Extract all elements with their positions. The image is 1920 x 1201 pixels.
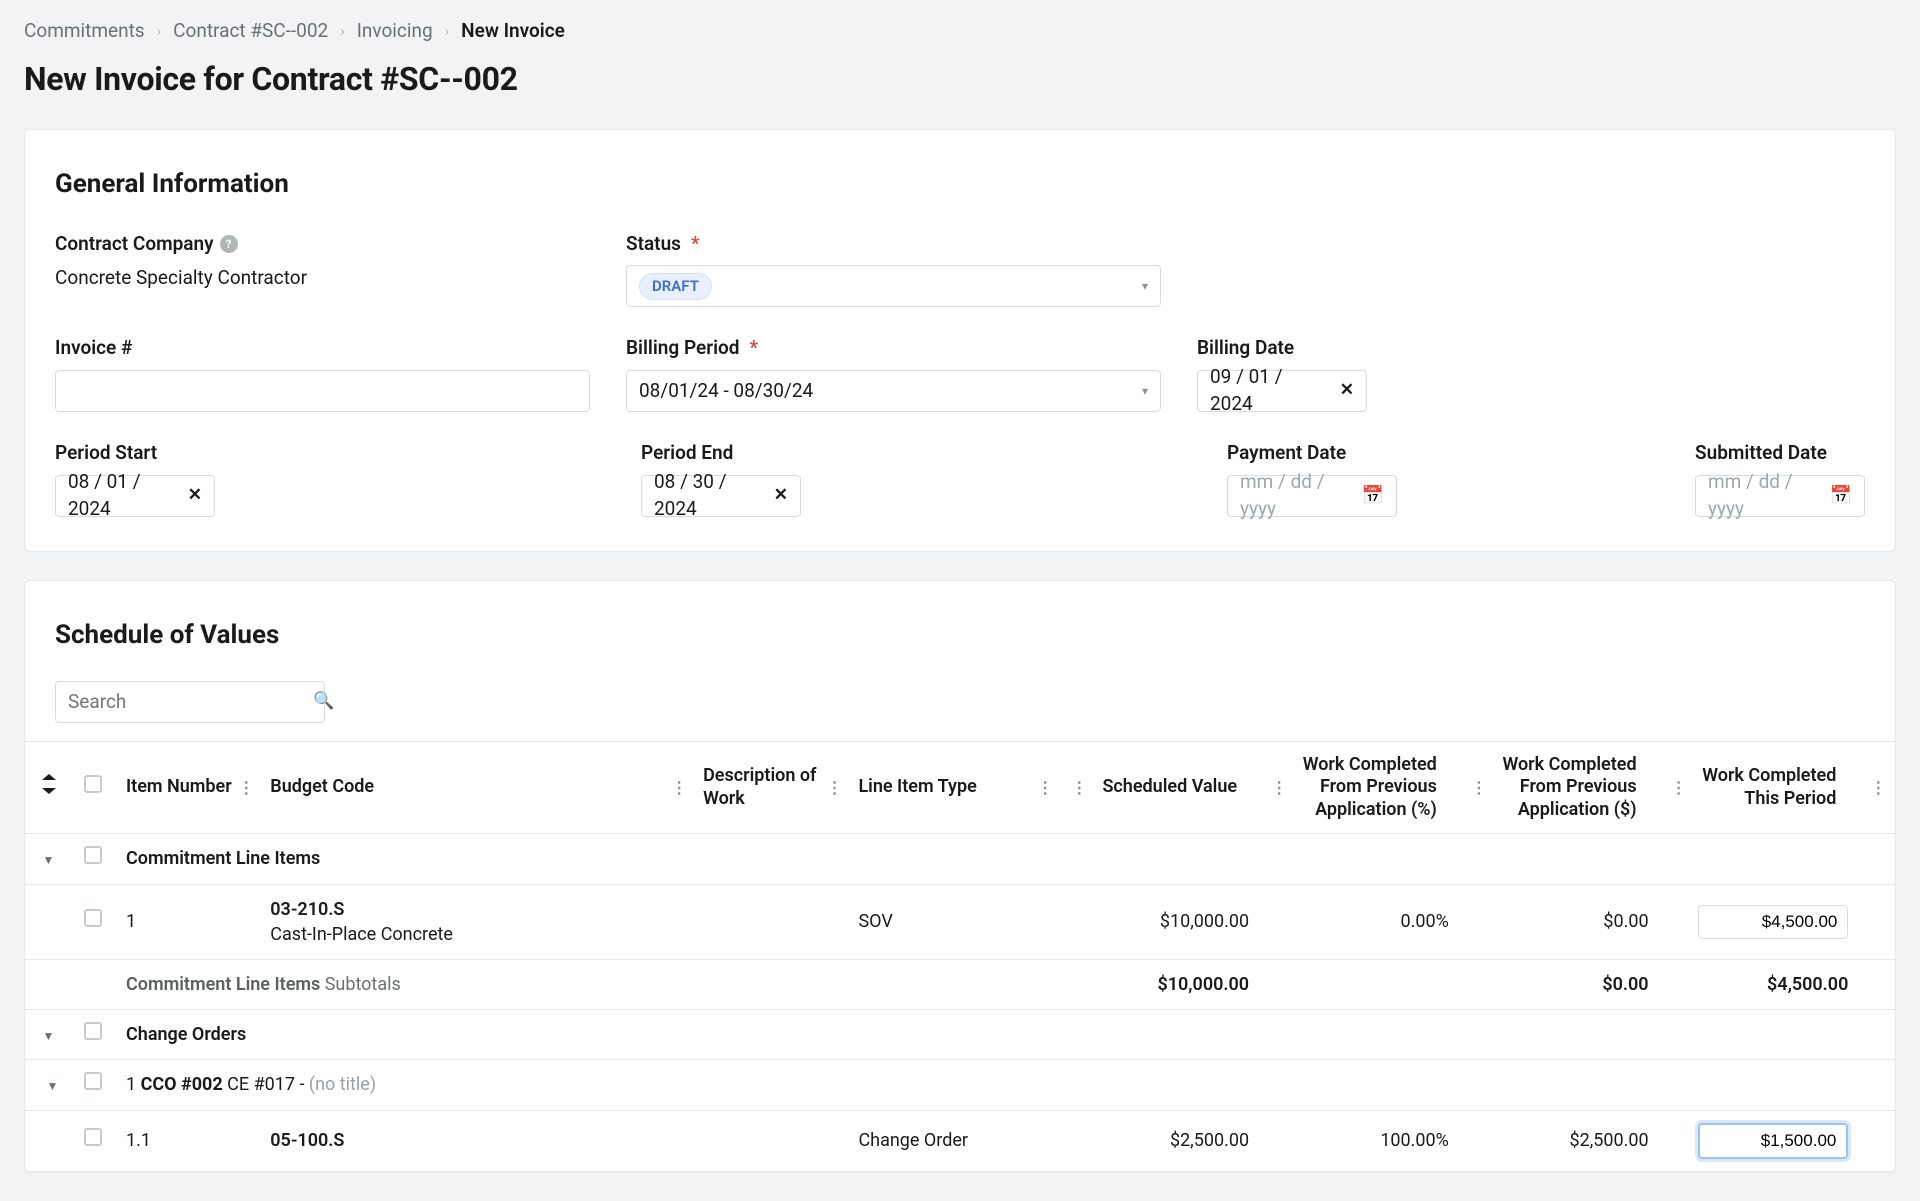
help-icon[interactable]: ? bbox=[220, 235, 238, 253]
breadcrumb-contract[interactable]: Contract #SC--002 bbox=[173, 18, 328, 45]
general-information-heading: General Information bbox=[55, 166, 1865, 202]
chevron-right-icon: › bbox=[445, 21, 450, 42]
billing-date-input[interactable]: 09 / 01 / 2024 ✕ bbox=[1197, 370, 1367, 412]
payment-date-label: Payment Date bbox=[1227, 440, 1397, 467]
wct-input[interactable] bbox=[1698, 905, 1848, 939]
calendar-icon[interactable]: 📅 bbox=[1362, 483, 1384, 508]
kebab-icon[interactable]: ⋮ bbox=[671, 778, 687, 798]
kebab-icon[interactable]: ⋮ bbox=[1671, 778, 1687, 798]
subgroup-cco[interactable]: ▼ 1 CCO #002 CE #017 - (no title) bbox=[25, 1060, 1895, 1110]
billing-date-label: Billing Date bbox=[1197, 335, 1367, 362]
contract-company-value: Concrete Specialty Contractor bbox=[55, 265, 590, 292]
caret-down-icon[interactable]: ▼ bbox=[46, 1078, 58, 1095]
breadcrumb-current: New Invoice bbox=[461, 18, 565, 45]
breadcrumb: Commitments › Contract #SC--002 › Invoic… bbox=[24, 18, 1896, 45]
period-end-label: Period End bbox=[641, 440, 801, 467]
clear-icon[interactable]: ✕ bbox=[188, 484, 202, 508]
col-extra[interactable]: ⋮ bbox=[1858, 742, 1895, 834]
select-all-checkbox[interactable] bbox=[84, 775, 102, 793]
col-wct[interactable]: ⋮ Work Completed This Period bbox=[1659, 742, 1859, 834]
submitted-date-label: Submitted Date bbox=[1695, 440, 1865, 467]
general-information-card: General Information Contract Company ? C… bbox=[24, 129, 1896, 551]
group-commitment-line-items[interactable]: ▼ Commitment Line Items bbox=[25, 834, 1895, 884]
breadcrumb-commitments[interactable]: Commitments bbox=[24, 18, 145, 45]
expand-all-icon[interactable] bbox=[41, 776, 57, 792]
clear-icon[interactable]: ✕ bbox=[774, 484, 788, 508]
sov-heading: Schedule of Values bbox=[25, 617, 1895, 653]
calendar-icon[interactable]: 📅 bbox=[1830, 483, 1852, 508]
group-checkbox[interactable] bbox=[84, 846, 102, 864]
kebab-icon[interactable]: ⋮ bbox=[1071, 778, 1087, 798]
billing-period-select[interactable]: 08/01/24 - 08/30/24 ▾ bbox=[626, 370, 1161, 412]
row-checkbox[interactable] bbox=[84, 1072, 102, 1090]
period-start-input[interactable]: 08 / 01 / 2024 ✕ bbox=[55, 475, 215, 517]
payment-date-input[interactable]: mm / dd / yyyy 📅 bbox=[1227, 475, 1397, 517]
submitted-date-input[interactable]: mm / dd / yyyy 📅 bbox=[1695, 475, 1865, 517]
col-line-item-type[interactable]: Line Item Type ⋮ bbox=[848, 742, 1059, 834]
col-item-number[interactable]: Item Number ⋮ bbox=[116, 742, 260, 834]
invoice-number-input[interactable] bbox=[55, 370, 590, 412]
period-start-label: Period Start bbox=[55, 440, 215, 467]
table-row: 1.1 05-100.S Change Order $2,500.00 100.… bbox=[25, 1110, 1895, 1171]
row-checkbox[interactable] bbox=[84, 909, 102, 927]
col-wcp-pct[interactable]: ⋮ Work Completed From Previous Applicati… bbox=[1259, 742, 1459, 834]
commitment-subtotal-row: Commitment Line Items Subtotals $10,000.… bbox=[25, 960, 1895, 1010]
kebab-icon[interactable]: ⋮ bbox=[238, 778, 254, 798]
search-icon: 🔍 bbox=[313, 690, 334, 714]
table-row: 1 03-210.S Cast-In-Place Concrete SOV $1… bbox=[25, 884, 1895, 959]
status-select[interactable]: DRAFT ▾ bbox=[626, 265, 1161, 307]
sov-table: Item Number ⋮ Budget Code ⋮ Description … bbox=[25, 742, 1895, 1172]
clear-icon[interactable]: ✕ bbox=[1340, 379, 1354, 403]
group-change-orders[interactable]: ▼ Change Orders bbox=[25, 1010, 1895, 1060]
row-checkbox[interactable] bbox=[84, 1128, 102, 1146]
kebab-icon[interactable]: ⋮ bbox=[1271, 778, 1287, 798]
group-checkbox[interactable] bbox=[84, 1022, 102, 1040]
chevron-down-icon: ▾ bbox=[1142, 383, 1148, 400]
breadcrumb-invoicing[interactable]: Invoicing bbox=[357, 18, 433, 45]
kebab-icon[interactable]: ⋮ bbox=[1870, 778, 1886, 798]
chevron-right-icon: › bbox=[157, 21, 162, 42]
chevron-down-icon: ▾ bbox=[1142, 278, 1148, 295]
contract-company-label: Contract Company ? bbox=[55, 231, 590, 258]
wct-input[interactable] bbox=[1698, 1123, 1848, 1159]
kebab-icon[interactable]: ⋮ bbox=[1471, 778, 1487, 798]
sov-table-wrapper[interactable]: Item Number ⋮ Budget Code ⋮ Description … bbox=[25, 741, 1895, 1172]
sov-search-input[interactable]: 🔍 bbox=[55, 681, 325, 723]
status-badge: DRAFT bbox=[639, 273, 712, 300]
col-description[interactable]: Description of Work ⋮ bbox=[693, 742, 848, 834]
col-wcp-amt[interactable]: ⋮ Work Completed From Previous Applicati… bbox=[1459, 742, 1659, 834]
billing-period-label: Billing Period* bbox=[626, 335, 1161, 362]
page-title: New Invoice for Contract #SC--002 bbox=[24, 57, 1896, 102]
kebab-icon[interactable]: ⋮ bbox=[1037, 778, 1053, 798]
chevron-right-icon: › bbox=[340, 21, 345, 42]
caret-down-icon[interactable]: ▼ bbox=[42, 852, 54, 869]
schedule-of-values-card: Schedule of Values 🔍 Item Number ⋮ bbox=[24, 580, 1896, 1173]
col-budget-code[interactable]: Budget Code ⋮ bbox=[260, 742, 693, 834]
period-end-input[interactable]: 08 / 30 / 2024 ✕ bbox=[641, 475, 801, 517]
col-scheduled-value[interactable]: ⋮ Scheduled Value bbox=[1059, 742, 1259, 834]
status-label: Status* bbox=[626, 231, 1161, 258]
caret-down-icon[interactable]: ▼ bbox=[42, 1028, 54, 1045]
invoice-number-label: Invoice # bbox=[55, 335, 590, 362]
kebab-icon[interactable]: ⋮ bbox=[826, 778, 842, 798]
